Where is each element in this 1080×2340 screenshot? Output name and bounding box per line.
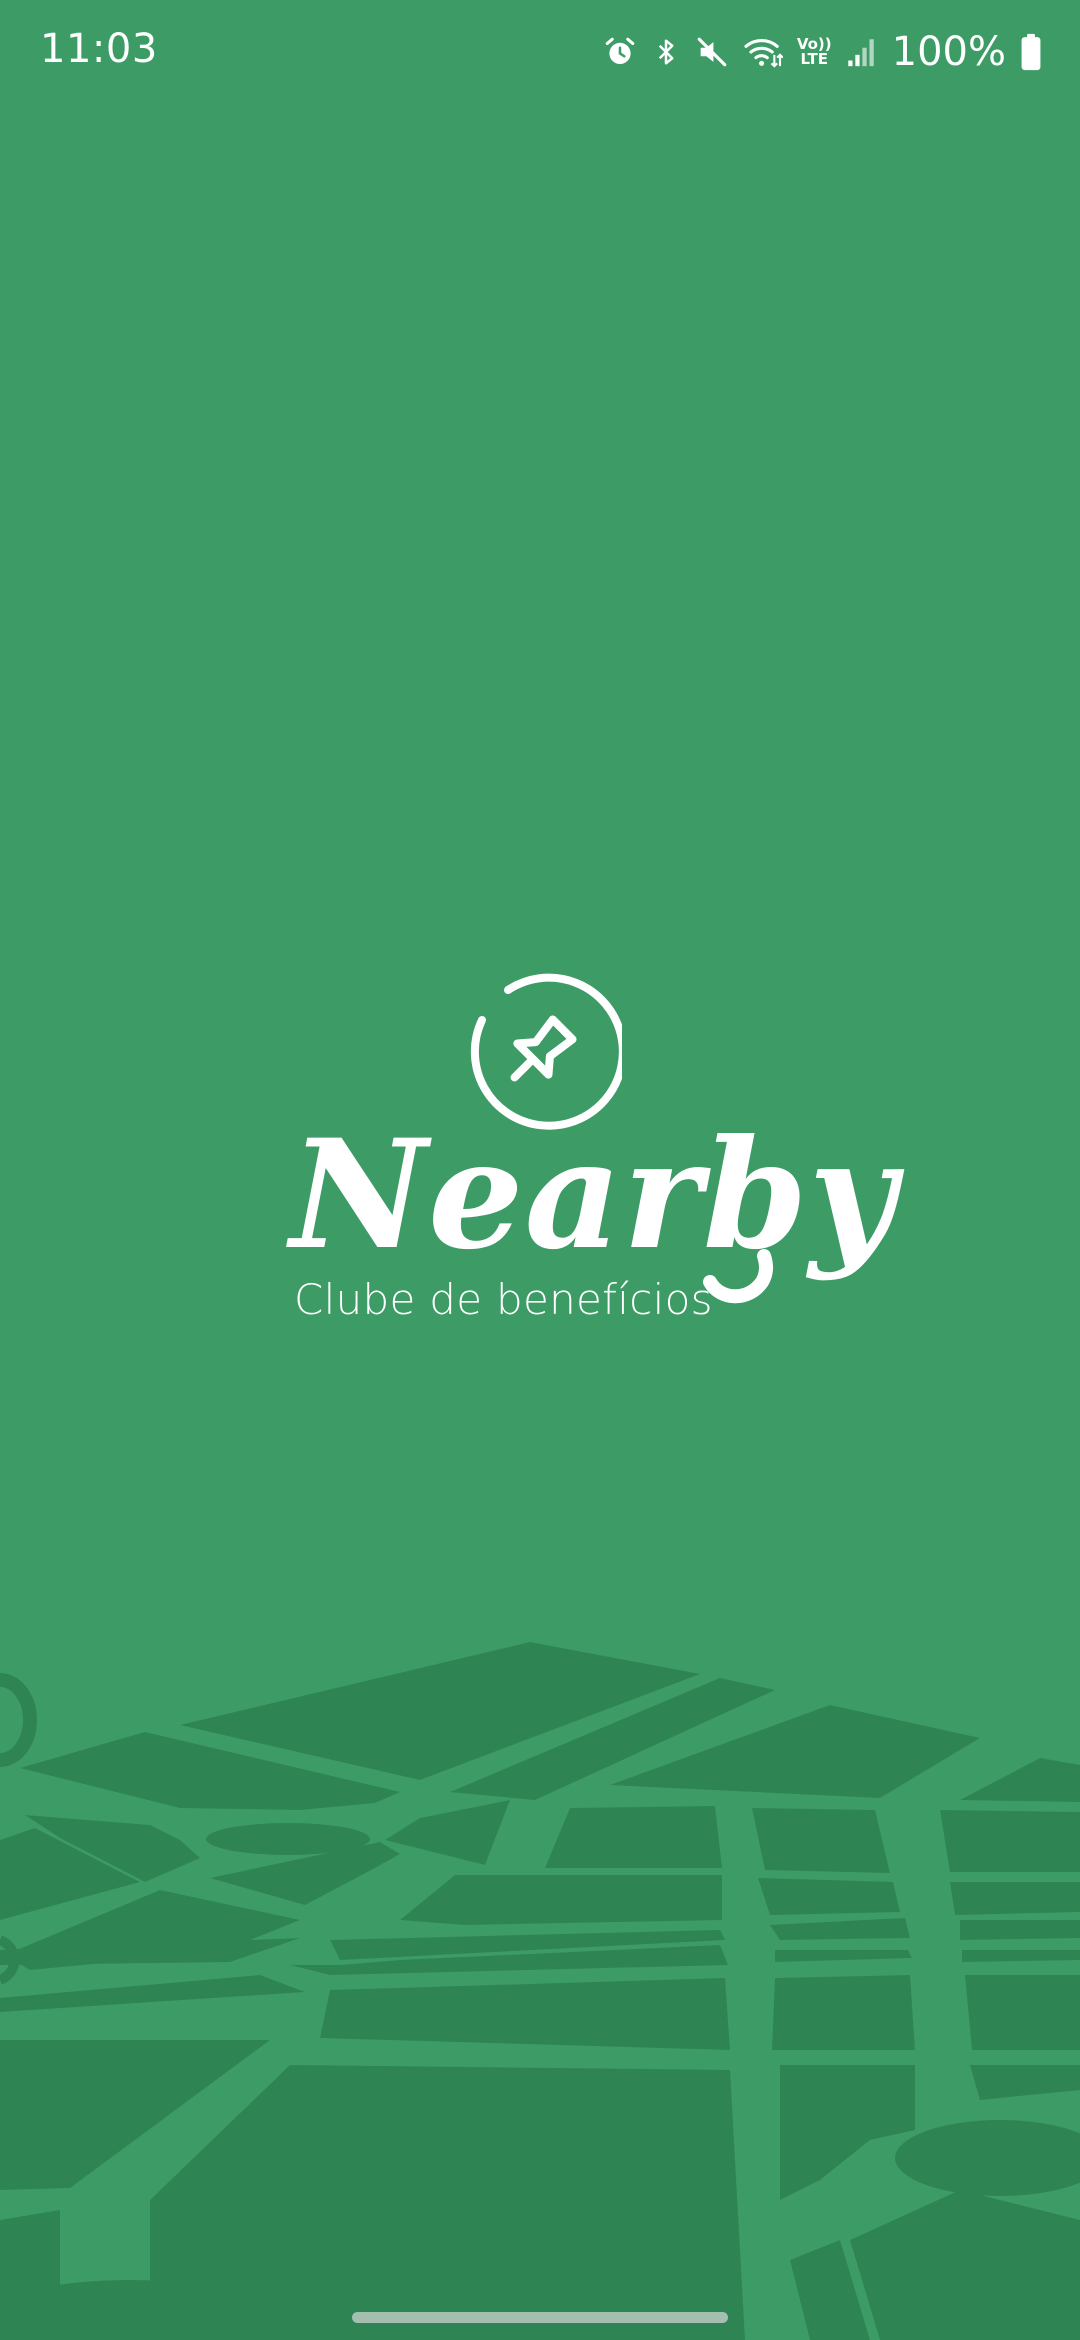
map-roundabout-arc xyxy=(0,1673,37,1767)
volte-label-bottom: LTE xyxy=(800,50,829,68)
map-block xyxy=(970,2065,1080,2100)
map-block xyxy=(0,1975,305,2012)
wifi-icon xyxy=(743,35,783,69)
map-block xyxy=(752,1808,890,1873)
splash-screen: 11:03 Vo)) LTE 100% Nearby Clube de bene… xyxy=(0,0,1080,2340)
brand-logo: Nearby Clube de benefícios xyxy=(0,970,1080,1370)
map-block xyxy=(770,1918,910,1940)
map-block xyxy=(772,1975,915,2050)
map-block xyxy=(385,1800,510,1865)
status-icons: Vo)) LTE 100% xyxy=(603,26,1042,78)
map-block xyxy=(960,1758,1080,1802)
brand-swash-decoration xyxy=(703,1249,773,1304)
map-block xyxy=(940,1810,1080,1872)
map-block xyxy=(960,1920,1080,1940)
map-roundabout xyxy=(895,2120,1080,2196)
map-block xyxy=(545,1806,722,1868)
map-roundabout xyxy=(206,1823,370,1855)
alarm-icon xyxy=(603,35,637,69)
map-block xyxy=(965,1975,1080,2050)
tagline: Clube de benefícios xyxy=(294,1275,713,1324)
status-time: 11:03 xyxy=(40,26,158,72)
map-block xyxy=(780,2065,915,2200)
map-illustration xyxy=(0,1642,1080,2340)
brand-name: Nearby xyxy=(290,1107,897,1283)
status-bar: 11:03 Vo)) LTE 100% xyxy=(0,0,1080,104)
map-block xyxy=(950,1882,1080,1915)
mute-icon xyxy=(695,35,729,69)
battery-percent: 100% xyxy=(891,29,1006,75)
map-block xyxy=(962,1950,1080,1962)
home-indicator[interactable] xyxy=(352,2312,728,2323)
bluetooth-icon xyxy=(651,35,681,69)
map-block xyxy=(320,1978,730,2050)
cell-signal-icon xyxy=(846,35,876,69)
map-block xyxy=(758,1878,900,1915)
volte-icon: Vo)) LTE xyxy=(797,37,832,67)
battery-icon xyxy=(1020,33,1042,71)
map-block xyxy=(400,1875,722,1925)
map-block xyxy=(775,1950,912,1962)
